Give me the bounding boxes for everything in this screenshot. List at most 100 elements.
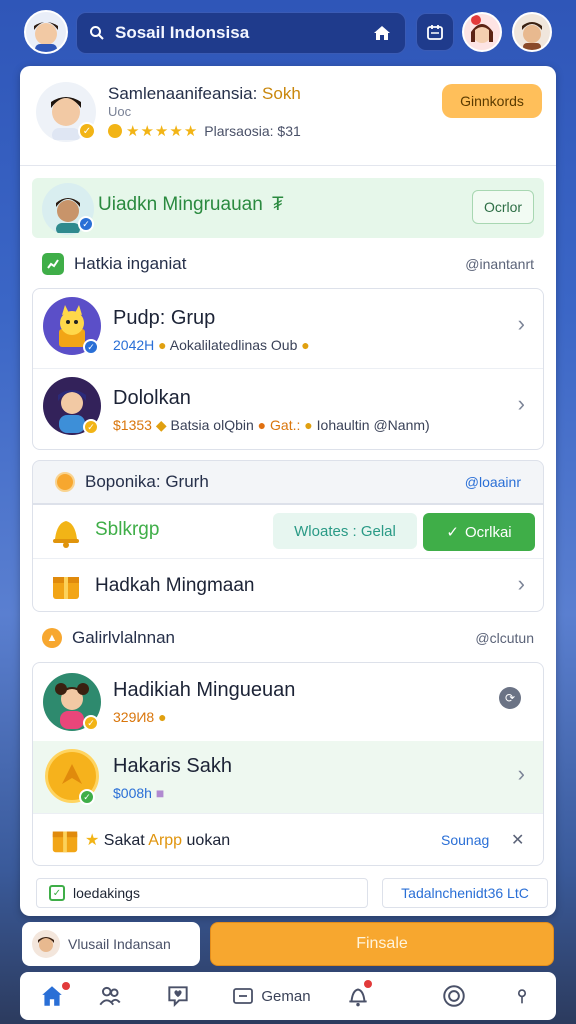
fire-icon: ● — [257, 417, 267, 433]
list-item[interactable]: ✓ Hakaris Sakh $008h ■ › — [33, 741, 543, 813]
chart-icon — [42, 253, 64, 275]
section-1-link[interactable]: @inantanrt — [465, 256, 534, 272]
groups-list: ✓ Pudp: Grup 2042H ● Aokalilatedlinas Ou… — [32, 288, 544, 450]
finalize-button[interactable]: Finsale — [210, 922, 554, 966]
profile-name-prefix: Samlenaanifeansia: — [108, 84, 263, 103]
coin-icon — [108, 124, 122, 138]
group-meta-price: $1353 — [113, 417, 152, 433]
calendar-icon — [427, 25, 443, 40]
avatar-icon — [34, 22, 58, 52]
group-meta: 2042H ● Aokalilatedlinas Oub ● — [113, 337, 310, 353]
prize-meta-value: 329И8 — [113, 709, 155, 725]
main-card: ✓ Samlenaanifeansia: Sokh Uoc ★ ★ ★ ★ ★ … — [20, 66, 556, 916]
nav-rewards[interactable] — [434, 972, 474, 1020]
coin-icon: ◆ — [155, 417, 167, 433]
star-icon: ★ — [126, 123, 140, 140]
highlight-title-text: Uiadkn Mingruauan — [98, 194, 263, 215]
verified-badge: ✓ — [78, 122, 96, 140]
bottom-row-left[interactable]: ✓ loedakings — [36, 878, 368, 908]
check-box-icon: ✓ — [49, 885, 65, 901]
nav-home[interactable] — [32, 972, 72, 1020]
list-item[interactable]: ✓ Dololkan $1353 ◆ Batsia olQbin ● Gat.:… — [33, 369, 543, 449]
footer-input-text: Vlusail Indansan — [68, 936, 171, 952]
sakat-link[interactable]: Sounag — [441, 832, 489, 848]
avatar-icon — [471, 15, 493, 43]
profile-action-button[interactable]: Ginnkords — [442, 84, 542, 118]
heart-chat-icon — [168, 986, 188, 1008]
section-3-link[interactable]: @clcutun — [475, 630, 534, 646]
sakat-row[interactable]: ★ Sakat Arpp uokan Sounag ✕ — [33, 813, 543, 865]
top-bar: Sosail Indonsisa — [0, 0, 576, 64]
nav-profile[interactable] — [502, 972, 542, 1020]
verified-badge: ✓ — [79, 789, 95, 805]
star-icon: ★ — [140, 123, 154, 140]
chevron-right-icon: › — [517, 311, 525, 336]
verified-badge: ✓ — [78, 216, 94, 232]
user-avatar[interactable] — [24, 10, 68, 54]
bottom-row-right[interactable]: Tadalnchenidt36 LtC — [382, 878, 548, 908]
prizes-list: ✓ Hadikiah Minguеuan 329И8 ● ⟳ ✓ Hakaris… — [32, 662, 544, 866]
highlight-order-button[interactable]: Ocrlor — [472, 190, 534, 224]
calendar-button[interactable] — [416, 13, 454, 51]
triangle-icon: ▲ — [42, 628, 62, 648]
star-icon: ★ — [154, 123, 169, 140]
star-icon: ★ — [169, 123, 183, 140]
group-row[interactable]: Sblkrgp Wloates : Gelal ✓ Ocrlkai — [33, 505, 543, 559]
section-1-label: Hatkia inganiat — [74, 254, 187, 273]
friend-avatar-2[interactable] — [512, 12, 552, 52]
coin-icon: ● — [158, 709, 167, 725]
section-2-link[interactable]: @loaainr — [465, 474, 521, 490]
list-item[interactable]: Hadkah Mingmaan › — [33, 559, 543, 613]
footer-input[interactable]: Vlusail Indansan — [22, 922, 200, 966]
friend-avatar-1[interactable] — [462, 12, 502, 52]
nav-community[interactable] — [90, 972, 130, 1020]
highlight-row[interactable]: ✓ Uiadkn Mingruauan ₮ Ocrlor — [32, 178, 544, 238]
bottom-nav: Geman — [20, 972, 556, 1020]
group-order-button[interactable]: ✓ Ocrlkai — [423, 513, 535, 551]
gamepad-icon — [233, 988, 254, 1004]
coin-icon — [55, 472, 75, 492]
list-item[interactable]: ✓ Pudp: Grup 2042H ● Aokalilatedlinas Ou… — [33, 289, 543, 369]
prize-title: Hakaris Sakh — [113, 755, 232, 777]
search-bar[interactable]: Sosail Indonsisa — [76, 12, 406, 54]
check-icon: ✓ — [446, 524, 459, 541]
mingguan-title: Hadkah Mingmaan — [95, 575, 255, 596]
coin-icon: ● — [304, 417, 313, 433]
nav-games[interactable]: Geman — [226, 972, 316, 1020]
notification-dot — [62, 982, 70, 990]
group-status-pill[interactable]: Wloates : Gelal — [273, 513, 417, 549]
list-item[interactable]: ✓ Hadikiah Minguеuan 329И8 ● ⟳ — [33, 663, 543, 741]
verified-badge: ✓ — [83, 339, 99, 355]
group-title: Pudp: Grup — [113, 307, 216, 329]
gift-box-icon — [53, 577, 79, 599]
rating-stars: ★ ★ ★ ★ ★ Plarsaosia: $31 — [108, 122, 301, 140]
nav-games-label: Geman — [261, 987, 311, 1005]
group-row-title: Sblkrgp — [95, 519, 160, 540]
section-header-3: ▲ Galirlvlalnnan @clcutun — [20, 616, 556, 660]
chevron-right-icon: › — [517, 571, 525, 596]
gift-box-icon — [52, 831, 78, 853]
bell-icon — [53, 521, 79, 548]
nav-favorites[interactable] — [158, 972, 198, 1020]
section-2-label: Boponika: Grurh — [85, 472, 209, 491]
badge-icon: ✓ — [83, 715, 99, 731]
footer-avatar — [32, 930, 60, 958]
profile-subtitle: Uoc — [108, 104, 132, 119]
star-icon: ★ — [85, 832, 100, 849]
section-header-2: Boponika: Grurh @loaainr — [32, 460, 544, 504]
sakat-text: ★ Sakat Arpp uokan — [85, 830, 230, 850]
sakat-prefix: Sakat — [103, 832, 149, 849]
group-actions: Sblkrgp Wloates : Gelal ✓ Ocrlkai Hadkah… — [32, 504, 544, 612]
leaf-icon: ₮ — [272, 194, 284, 215]
group-title: Dololkan — [113, 387, 191, 409]
nav-notifications[interactable] — [338, 972, 378, 1020]
emoji-icon: ● — [301, 337, 310, 353]
share-icon[interactable]: ⟳ — [499, 687, 521, 709]
prize-meta: $008h ■ — [113, 785, 164, 801]
prize-meta: 329И8 ● — [113, 709, 167, 725]
close-icon[interactable]: ✕ — [511, 830, 524, 850]
home-icon[interactable] — [371, 22, 393, 44]
group-order-label: Ocrlkai — [464, 523, 512, 541]
chevron-right-icon: › — [517, 761, 525, 786]
group-meta-count: 2042H — [113, 337, 155, 353]
